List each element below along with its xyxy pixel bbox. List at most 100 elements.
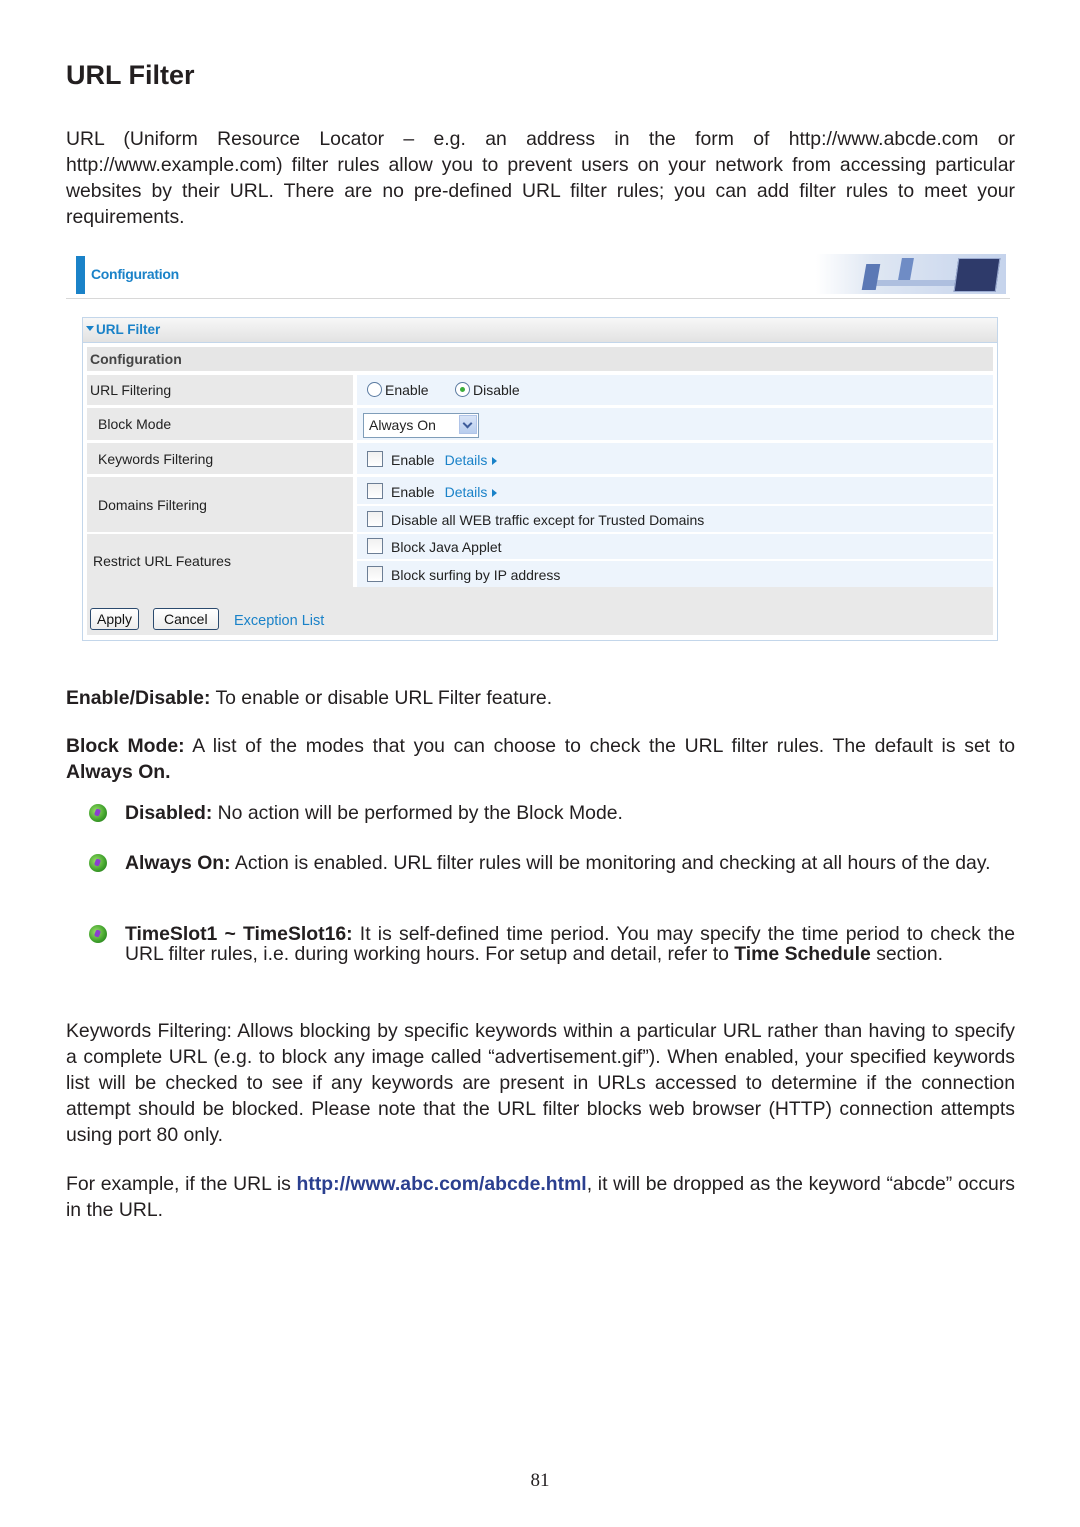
- row-label: Domains Filtering: [87, 477, 353, 532]
- apply-button[interactable]: Apply: [90, 608, 140, 630]
- panel-title-text: URL Filter: [96, 322, 161, 337]
- example-pre: For example, if the URL is: [66, 1173, 297, 1195]
- trusted-domains-label: Disable all WEB traffic except for Trust…: [391, 512, 705, 528]
- row-label: Keywords Filtering: [87, 443, 353, 474]
- example-url: http://www.abc.com/abcde.html: [296, 1173, 587, 1195]
- configuration-header: Configuration: [66, 252, 1010, 299]
- radio-enable[interactable]: Enable: [367, 382, 429, 398]
- block-mode-select[interactable]: Always On: [363, 413, 479, 438]
- row-value: Enable Details: [357, 443, 993, 474]
- desk-shape: [876, 280, 966, 286]
- page-number: 81: [530, 1470, 550, 1491]
- chair-shape: [861, 264, 881, 290]
- mode-item-timeslot: TimeSlot1 ~ TimeSlot16: It is self-defin…: [125, 924, 1015, 964]
- url-filter-screenshot: Configuration URL Filter Configuration U…: [66, 252, 1010, 644]
- block-ip-checkbox[interactable]: [367, 566, 383, 582]
- page-title: URL Filter: [66, 60, 195, 90]
- value-line: Always On: [357, 408, 993, 440]
- bullet-icon: [89, 854, 107, 872]
- exception-list-link[interactable]: Exception List: [234, 613, 324, 629]
- example-paragraph: For example, if the URL is http://www.ab…: [66, 1171, 1015, 1223]
- bullet-icon: [89, 804, 107, 822]
- keywords-details-link[interactable]: Details: [445, 452, 488, 468]
- radio-disable-label: Disable: [473, 382, 520, 398]
- value-line: Block Java Applet: [357, 534, 993, 559]
- section-header: Configuration: [87, 347, 993, 371]
- caret-right-icon[interactable]: [492, 457, 498, 465]
- radio-disable[interactable]: Disable: [455, 382, 520, 398]
- bullet-icon: [89, 925, 107, 943]
- intro-paragraph: URL (Uniform Resource Locator – e.g. an …: [66, 128, 1015, 228]
- description-tail: section.: [870, 943, 944, 965]
- keywords-enable-label: Enable: [391, 452, 435, 468]
- row-label: URL Filtering: [87, 375, 353, 405]
- row-label: Restrict URL Features: [87, 534, 353, 587]
- description: No action will be performed by the Block…: [212, 802, 623, 824]
- row-value: Enable Details Disable all WEB traffic ex…: [357, 477, 993, 532]
- term: Enable/Disable:: [66, 687, 211, 709]
- term: Block Mode:: [66, 735, 185, 757]
- description: To enable or disable URL Filter feature.: [210, 687, 553, 709]
- mode-item-disabled: Disabled: No action will be performed by…: [125, 803, 1015, 823]
- keywords-paragraph: Keywords Filtering: Allows blocking by s…: [66, 1020, 1015, 1146]
- monitor-shape: [953, 258, 1001, 292]
- block-ip-label: Block surfing by IP address: [391, 567, 561, 583]
- label-text: Restrict URL Features: [93, 552, 231, 569]
- row-value: Always On: [357, 408, 993, 440]
- domains-enable-label: Enable: [391, 484, 435, 500]
- url-filter-panel: URL Filter Configuration URL Filtering E…: [82, 317, 998, 641]
- panel-header[interactable]: URL Filter: [83, 318, 997, 343]
- value-line: Disable all WEB traffic except for Trust…: [357, 506, 993, 532]
- label-text: Domains Filtering: [98, 496, 207, 513]
- row-value: Enable Disable: [357, 375, 993, 405]
- row-value: Block Java Applet Block surfing by IP ad…: [357, 534, 993, 587]
- chair-shape: [898, 258, 914, 280]
- term: Always On:: [125, 852, 231, 874]
- trusted-domains-group: Disable all WEB traffic except for Trust…: [367, 511, 704, 528]
- term: TimeSlot1 ~ TimeSlot16:: [125, 923, 353, 945]
- domains-details-link[interactable]: Details: [445, 484, 488, 500]
- caret-right-icon[interactable]: [492, 489, 498, 497]
- section-title: Configuration: [90, 351, 182, 367]
- label-text: Keywords Filtering: [98, 450, 214, 467]
- label-text: Block Mode: [98, 416, 172, 432]
- default-value: Always On.: [66, 761, 171, 783]
- enable-disable-paragraph: Enable/Disable: To enable or disable URL…: [66, 685, 1015, 711]
- radio-enable-label: Enable: [385, 382, 429, 398]
- cancel-button[interactable]: Cancel: [153, 608, 219, 630]
- block-java-label: Block Java Applet: [391, 539, 502, 555]
- description: A list of the modes that you can choose …: [184, 735, 1016, 757]
- row-domains-filtering: Domains Filtering Enable Details Disable …: [87, 477, 993, 532]
- office-banner-image: [816, 254, 1006, 294]
- block-java-checkbox[interactable]: [367, 538, 383, 554]
- block-java-group: Block Java Applet: [367, 538, 502, 555]
- button-bar: Apply Cancel Exception List: [87, 587, 993, 635]
- row-keywords-filtering: Keywords Filtering Enable Details: [87, 443, 993, 474]
- row-url-filtering: URL Filtering Enable Disable: [87, 375, 993, 405]
- reference: Time Schedule: [734, 943, 871, 965]
- mode-item-always-on: Always On: Action is enabled. URL filter…: [125, 853, 1015, 873]
- term: Disabled:: [125, 802, 213, 824]
- value-line: Enable Details: [357, 443, 993, 474]
- label-text: URL Filtering: [90, 382, 172, 398]
- row-block-mode: Block Mode Always On: [87, 408, 993, 440]
- keywords-enable-group: Enable Details: [367, 451, 498, 468]
- collapse-triangle-icon: [86, 326, 94, 331]
- block-ip-group: Block surfing by IP address: [367, 566, 560, 583]
- radio-icon[interactable]: [367, 382, 382, 397]
- value-line: Block surfing by IP address: [357, 561, 993, 587]
- radio-selected-icon[interactable]: [455, 382, 470, 397]
- row-restrict-url-features: Restrict URL Features Block Java Applet …: [87, 534, 993, 587]
- row-label: Block Mode: [87, 408, 353, 440]
- domains-enable-group: Enable Details: [367, 483, 498, 500]
- block-mode-paragraph: Block Mode: A list of the modes that you…: [66, 733, 1015, 785]
- trusted-domains-checkbox[interactable]: [367, 511, 383, 527]
- keywords-enable-checkbox[interactable]: [367, 451, 383, 467]
- value-line: Enable Disable: [357, 375, 993, 405]
- header-accent-bar: [76, 256, 85, 294]
- block-mode-selected-value: Always On: [369, 417, 436, 433]
- panel-title[interactable]: URL Filter: [86, 322, 160, 337]
- value-line: Enable Details: [357, 477, 993, 504]
- domains-enable-checkbox[interactable]: [367, 483, 383, 499]
- chevron-down-icon[interactable]: [459, 415, 477, 434]
